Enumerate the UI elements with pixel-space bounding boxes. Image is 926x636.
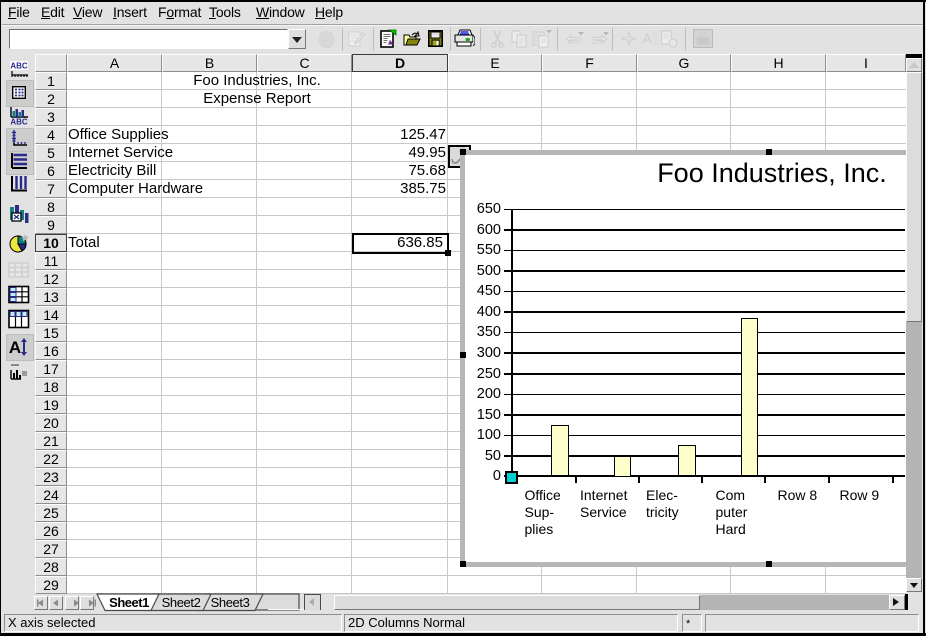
- svg-text:ABC: ABC: [10, 62, 28, 71]
- svg-text:A: A: [9, 338, 21, 357]
- svg-text:ABC: ABC: [10, 118, 28, 126]
